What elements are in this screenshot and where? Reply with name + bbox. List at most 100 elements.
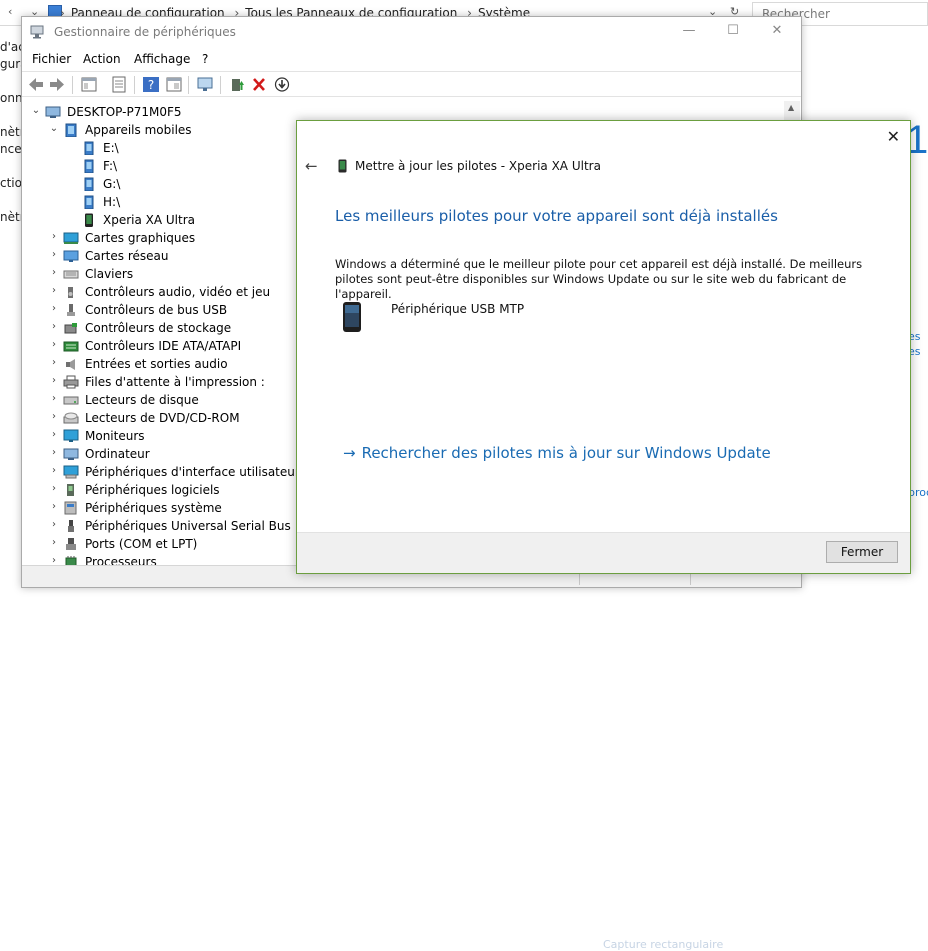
chevron-right-icon[interactable]: › xyxy=(49,231,59,242)
tree-item-label: Périphériques logiciels xyxy=(85,483,220,497)
portable-device-icon xyxy=(84,195,94,209)
chevron-right-icon[interactable]: › xyxy=(49,357,59,368)
chevron-right-icon[interactable]: › xyxy=(49,411,59,422)
tree-item-label: H:\ xyxy=(103,195,121,209)
show-hidden-icon[interactable] xyxy=(165,76,183,93)
chevron-right-icon[interactable]: › xyxy=(49,375,59,386)
chevron-right-icon[interactable]: › xyxy=(49,285,59,296)
chevron-right-icon[interactable]: › xyxy=(49,501,59,512)
chevron-right-icon[interactable]: › xyxy=(49,303,59,314)
tree-item-label: Appareils mobiles xyxy=(85,123,192,137)
tree-item-label: E:\ xyxy=(103,141,119,155)
svg-text:?: ? xyxy=(148,78,154,92)
chevron-right-icon[interactable]: › xyxy=(49,429,59,440)
forward-arrow-icon[interactable] xyxy=(48,76,66,93)
disk-icon xyxy=(63,396,79,405)
chevron-right-icon[interactable]: › xyxy=(49,249,59,260)
chevron-right-icon[interactable]: › xyxy=(49,483,59,494)
windows-update-link[interactable]: → Rechercher des pilotes mis à jour sur W… xyxy=(343,444,771,462)
menu-affichage[interactable]: Affichage xyxy=(134,52,190,66)
properties-view-icon[interactable] xyxy=(80,76,98,93)
chevron-down-icon[interactable]: ⌄ xyxy=(31,105,41,116)
printer-icon xyxy=(63,375,79,389)
chevron-right-icon[interactable]: › xyxy=(49,555,59,565)
disable-device-icon[interactable] xyxy=(273,76,291,93)
tree-item-label: Périphériques système xyxy=(85,501,222,515)
system-device-icon xyxy=(64,501,77,515)
chevron-right-icon[interactable]: › xyxy=(49,447,59,458)
update-driver-icon[interactable] xyxy=(228,76,246,93)
ide-icon xyxy=(63,341,79,352)
tree-item-label: Périphériques d'interface utilisateur xyxy=(85,465,300,479)
back-arrow-icon[interactable] xyxy=(27,76,45,93)
chevron-right-icon[interactable]: › xyxy=(49,537,59,548)
back-arrow-icon[interactable]: ← xyxy=(305,157,318,175)
maximize-icon[interactable]: ☐ xyxy=(710,23,756,38)
title-bar[interactable]: Gestionnaire de périphériques — ☐ ✕ xyxy=(22,17,801,47)
network-adapter-icon xyxy=(63,250,79,262)
tree-item-label: Périphériques Universal Serial Bus xyxy=(85,519,291,533)
tree-item-label: F:\ xyxy=(103,159,118,173)
portable-device-icon xyxy=(84,177,94,191)
uninstall-icon[interactable] xyxy=(250,76,268,93)
mtp-device-icon xyxy=(343,302,361,332)
chevron-right-icon[interactable]: › xyxy=(49,321,59,332)
scroll-up-icon[interactable]: ▲ xyxy=(788,103,794,112)
tree-item-label: Contrôleurs de bus USB xyxy=(85,303,228,317)
chevron-right-icon[interactable]: › xyxy=(49,267,59,278)
help-icon[interactable]: ? xyxy=(142,76,160,93)
close-icon[interactable]: ✕ xyxy=(754,23,800,38)
menu-help[interactable]: ? xyxy=(202,52,208,66)
chevron-down-icon[interactable]: ⌄ xyxy=(49,123,59,134)
device-name: Périphérique USB MTP xyxy=(391,302,525,316)
document-icon[interactable] xyxy=(110,76,128,93)
dvd-icon xyxy=(63,412,79,424)
arrow-right-icon: → xyxy=(343,444,356,462)
close-button[interactable]: Fermer xyxy=(826,541,898,563)
text-fragment[interactable]: proc xyxy=(908,486,928,499)
software-device-icon xyxy=(67,484,74,496)
tree-item-label: Processeurs xyxy=(85,555,157,565)
dialog-footer: Capture rectangulaire Fermer xyxy=(297,532,910,951)
scan-hardware-icon[interactable] xyxy=(196,76,214,93)
tree-item-label: Contrôleurs audio, vidéo et jeu xyxy=(85,285,271,299)
snipping-overlay-text: Capture rectangulaire xyxy=(603,938,724,951)
toolbar: ? xyxy=(22,71,801,97)
chevron-right-icon[interactable]: › xyxy=(49,465,59,476)
processor-icon xyxy=(65,556,77,565)
chevron-right-icon[interactable]: › xyxy=(49,393,59,404)
tree-item-label: Entrées et sorties audio xyxy=(85,357,228,371)
update-driver-dialog: ✕ ← Mettre à jour les pilotes - Xperia X… xyxy=(296,120,911,951)
dialog-header: Mettre à jour les pilotes - Xperia XA Ul… xyxy=(355,159,601,173)
menu-action[interactable]: Action xyxy=(83,52,121,66)
tree-item-label: Xperia XA Ultra xyxy=(103,213,196,227)
tree-item-label: Claviers xyxy=(85,267,134,281)
tree-item[interactable]: ⌄ DESKTOP-P71M0F5 xyxy=(23,103,783,121)
minimize-icon[interactable]: — xyxy=(666,23,712,38)
device-manager-icon xyxy=(30,25,44,39)
windows-update-link-label: Rechercher des pilotes mis à jour sur Wi… xyxy=(361,444,771,462)
speaker-icon xyxy=(66,359,75,370)
port-icon xyxy=(66,538,76,550)
window-title: Gestionnaire de périphériques xyxy=(54,25,236,39)
tree-item-label: DESKTOP-P71M0F5 xyxy=(67,105,182,119)
tree-item-label: Files d'attente à l'impression : xyxy=(85,375,265,389)
result-message: Windows a déterminé que le meilleur pilo… xyxy=(335,257,863,301)
portable-device-icon xyxy=(84,159,94,173)
tree-item-label: Lecteurs de DVD/CD-ROM xyxy=(85,411,240,425)
usb-plug-icon xyxy=(68,520,74,532)
tree-item-label: Cartes graphiques xyxy=(85,231,196,245)
menu-fichier[interactable]: Fichier xyxy=(32,52,71,66)
tree-item-label: Contrôleurs IDE ATA/ATAPI xyxy=(85,339,242,353)
tree-item-label: Cartes réseau xyxy=(85,249,169,263)
menu-bar: Fichier Action Affichage ? xyxy=(22,47,801,71)
hid-icon xyxy=(63,465,79,479)
chevron-right-icon[interactable]: › xyxy=(49,519,59,530)
back-arrow-icon[interactable]: ‹ xyxy=(8,5,12,18)
tree-item-label: Contrôleurs de stockage xyxy=(85,321,232,335)
chevron-right-icon[interactable]: › xyxy=(49,339,59,350)
tree-item-label: Lecteurs de disque xyxy=(85,393,199,407)
audio-icon xyxy=(68,287,73,298)
usb-icon xyxy=(67,304,75,316)
close-icon[interactable]: ✕ xyxy=(887,127,900,146)
